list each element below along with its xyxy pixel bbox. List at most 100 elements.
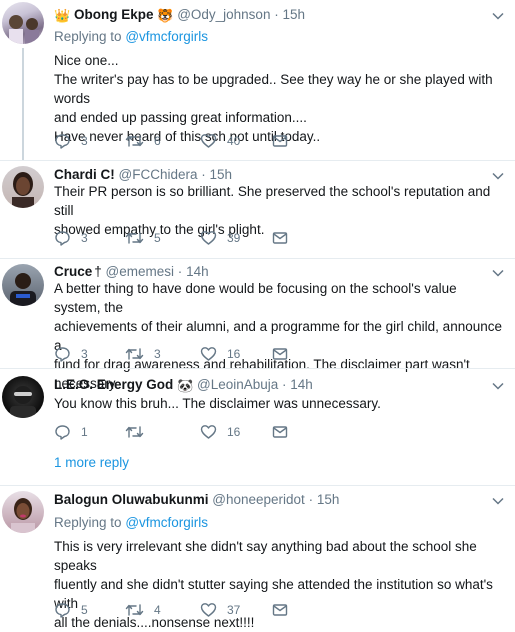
tweet-text-line: This is very irrelevant she didn't say a… — [54, 539, 477, 573]
tweet-4[interactable]: L.E.O. Energy God 🐼 @LeoinAbuja · 14h Yo… — [0, 369, 515, 485]
tweet-actions: 1 16 — [54, 423, 314, 441]
reply-icon — [55, 134, 70, 149]
reply-button[interactable]: 5 — [54, 601, 88, 619]
direct-message-button[interactable] — [272, 132, 288, 150]
heart-icon — [200, 231, 217, 245]
display-name[interactable]: L.E.O. Energy God — [54, 377, 173, 392]
retweet-button[interactable]: 5 — [125, 229, 161, 247]
like-count: 37 — [227, 603, 241, 617]
retweet-count: 4 — [154, 603, 161, 617]
display-name[interactable]: Chardi C! — [54, 167, 115, 182]
tweet-5[interactable]: Balogun Oluwabukunmi @honeeperidot · 15h… — [0, 486, 515, 630]
heart-icon — [200, 134, 217, 148]
heart-icon — [200, 347, 217, 361]
reply-button[interactable]: 1 — [54, 423, 88, 441]
reply-icon — [55, 425, 70, 440]
replying-to-label: Replying to — [54, 515, 122, 530]
like-button[interactable]: 37 — [200, 601, 240, 619]
reply-button[interactable]: 3 — [54, 345, 88, 363]
tweet-header: 👑 Obong Ekpe 🐯 @Ody_johnson · 15h — [54, 6, 305, 25]
separator-dot: · — [201, 167, 206, 182]
heart-icon — [200, 425, 217, 439]
user-handle[interactable]: @honeeperidot — [212, 492, 305, 507]
retweet-button[interactable]: 3 — [125, 345, 161, 363]
reply-count: 1 — [81, 425, 88, 439]
display-name[interactable]: Balogun Oluwabukunmi — [54, 492, 209, 507]
timestamp[interactable]: 15h — [317, 492, 340, 507]
tweet-actions: 3 3 16 — [54, 345, 314, 363]
user-handle[interactable]: @FCChidera — [119, 167, 198, 182]
avatar-image — [12, 172, 34, 208]
chevron-down-icon[interactable] — [491, 266, 505, 280]
more-replies-link[interactable]: 1 more reply — [54, 455, 129, 470]
reply-count: 5 — [81, 603, 88, 617]
reply-button[interactable]: 3 — [54, 132, 88, 150]
tweet-text-line: The writer's pay has to be upgraded.. Se… — [54, 72, 493, 106]
direct-message-button[interactable] — [272, 423, 288, 441]
like-count: 39 — [227, 231, 241, 245]
retweet-button[interactable]: 4 — [125, 601, 161, 619]
retweet-button[interactable]: 6 — [125, 132, 161, 150]
retweet-icon — [125, 348, 144, 360]
chevron-down-icon[interactable] — [491, 379, 505, 393]
timestamp[interactable]: 14h — [186, 264, 209, 279]
envelope-icon — [272, 604, 288, 616]
avatar[interactable] — [2, 2, 44, 44]
tiger-emoji: 🐯 — [157, 8, 174, 23]
reply-button[interactable]: 3 — [54, 229, 88, 247]
like-button[interactable]: 39 — [200, 229, 240, 247]
separator-dot: · — [308, 492, 314, 507]
tweet-header: Balogun Oluwabukunmi @honeeperidot · 15h — [54, 491, 339, 509]
avatar-image — [11, 498, 35, 533]
user-handle[interactable]: @LeoinAbuja — [197, 377, 278, 392]
envelope-icon — [272, 135, 288, 147]
crown-emoji: 👑 — [54, 8, 71, 23]
retweet-icon — [125, 604, 144, 616]
avatar[interactable] — [2, 166, 44, 208]
user-handle[interactable]: @ememesi — [106, 264, 174, 279]
reply-icon — [55, 603, 70, 618]
timestamp[interactable]: 15h — [210, 167, 233, 182]
avatar-image — [9, 15, 39, 44]
tweet-text: You know this bruh... The disclaimer was… — [54, 394, 502, 413]
avatar[interactable] — [2, 491, 44, 533]
avatar[interactable] — [2, 264, 44, 306]
direct-message-button[interactable] — [272, 229, 288, 247]
separator-dot: · — [177, 264, 183, 279]
retweet-button[interactable] — [125, 423, 154, 441]
direct-message-button[interactable] — [272, 601, 288, 619]
tweet-actions: 3 6 40 — [54, 132, 314, 150]
like-button[interactable]: 16 — [200, 423, 240, 441]
display-name[interactable]: Obong Ekpe — [74, 7, 154, 22]
avatar[interactable] — [2, 376, 44, 418]
tweet-1[interactable]: 👑 Obong Ekpe 🐯 @Ody_johnson · 15h Replyi… — [0, 0, 515, 160]
display-name[interactable]: Cruce — [54, 264, 92, 279]
envelope-icon — [272, 232, 288, 244]
user-handle[interactable]: @Ody_johnson — [177, 7, 270, 22]
retweet-icon — [125, 426, 144, 438]
direct-message-button[interactable] — [272, 345, 288, 363]
tweet-3[interactable]: Cruce † @ememesi · 14h A better thing to … — [0, 259, 515, 391]
avatar-image — [10, 273, 36, 306]
retweet-icon — [125, 232, 144, 244]
tweet-text-line: and ended up passing great information..… — [54, 110, 307, 125]
timestamp[interactable]: 15h — [282, 7, 305, 22]
replying-to: Replying to @vfmcforgirls — [54, 514, 208, 532]
like-count: 16 — [227, 425, 241, 439]
timestamp[interactable]: 14h — [290, 377, 313, 392]
reply-count: 3 — [81, 231, 88, 245]
tweet-header: L.E.O. Energy God 🐼 @LeoinAbuja · 14h — [54, 376, 313, 395]
reply-count: 3 — [81, 347, 88, 361]
envelope-icon — [272, 426, 288, 438]
envelope-icon — [272, 348, 288, 360]
like-button[interactable]: 16 — [200, 345, 240, 363]
tweet-text-line: Their PR person is so brilliant. She pre… — [54, 184, 491, 218]
mention-link[interactable]: @vfmcforgirls — [125, 29, 208, 44]
chevron-down-icon[interactable] — [491, 494, 505, 508]
like-button[interactable]: 40 — [200, 132, 240, 150]
mention-link[interactable]: @vfmcforgirls — [125, 515, 208, 530]
chevron-down-icon[interactable] — [491, 169, 505, 183]
tweet-2[interactable]: Chardi C! @FCChidera · 15h Their PR pers… — [0, 161, 515, 258]
separator-dot: · — [274, 7, 279, 22]
chevron-down-icon[interactable] — [491, 9, 505, 23]
